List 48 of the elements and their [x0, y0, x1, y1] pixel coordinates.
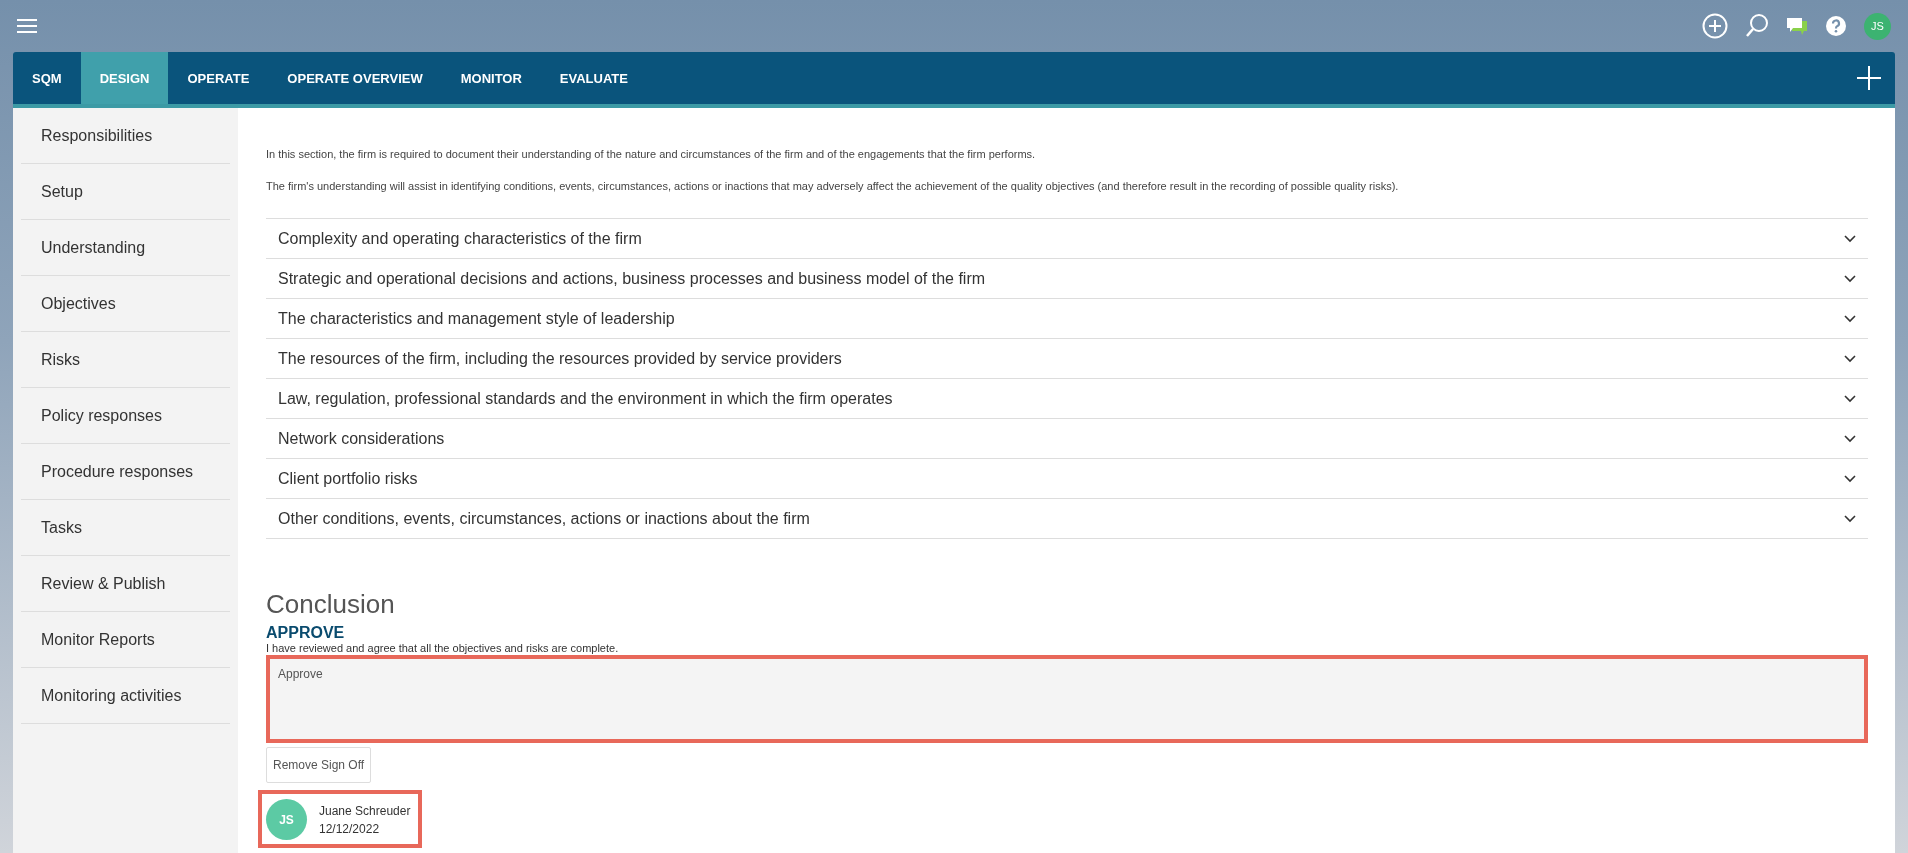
approve-description: I have reviewed and agree that all the objectives and risks are complete. — [266, 642, 620, 654]
accordion-header[interactable]: The resources of the firm, including the resources provided by service providers — [266, 339, 1868, 379]
accordion-title: Law, regulation, professional standards and the environment in which the firm operates — [278, 389, 894, 408]
sidebar-item[interactable]: Setup — [21, 164, 230, 220]
accordion-header[interactable]: The characteristics and management style of leadership — [266, 299, 1868, 339]
nav-tab[interactable]: OPERATE — [168, 52, 269, 104]
sidebar-item[interactable]: Tasks — [21, 500, 230, 556]
accordion-header[interactable]: Strategic and operational decisions and actions, business processes and business model of the firm — [266, 259, 1868, 299]
signer-name: Juane Schreuder — [319, 802, 411, 820]
nav-tab[interactable]: MONITOR — [441, 52, 541, 104]
accordion-title: Network considerations — [278, 429, 446, 448]
help-icon[interactable] — [1825, 15, 1847, 37]
remove-sign-off-button[interactable]: Remove Sign Off — [266, 747, 372, 783]
accordion-title: Other conditions, events, circumstances, actions or inactions about the firm — [278, 509, 811, 528]
plus-icon[interactable] — [1857, 66, 1881, 90]
accordion-header[interactable]: Other conditions, events, circumstances, actions or inactions about the firm — [266, 499, 1868, 539]
signer-avatar: JS — [266, 799, 307, 840]
nav-tab[interactable]: OPERATE OVERVIEW — [268, 52, 442, 104]
intro-text: The firm's understanding will assist in identifying conditions, events, circumstances, actions or inactions that may adversely affect the achievement of the quality objectives (and therefore result in the recording of possible quality risks). — [266, 180, 1400, 192]
sidebar-item[interactable]: Review & Publish — [21, 556, 230, 612]
add-circle-icon[interactable] — [1702, 13, 1728, 39]
sidebar-item[interactable]: Responsibilities — [21, 108, 230, 164]
sidebar-item[interactable]: Monitoring activities — [21, 668, 230, 724]
sidebar-item[interactable]: Procedure responses — [21, 444, 230, 500]
sidebar-item[interactable]: Policy responses — [21, 388, 230, 444]
sidebar-item[interactable]: Risks — [21, 332, 230, 388]
accordion-title: The resources of the firm, including the resources provided by service providers — [278, 349, 843, 368]
chat-bubbles-icon[interactable] — [1786, 16, 1808, 36]
section-heading: Conclusion — [266, 589, 396, 620]
accordion-title: Strategic and operational decisions and actions, business processes and business model of the firm — [278, 269, 987, 288]
accordion-header[interactable]: Network considerations — [266, 419, 1868, 459]
accordion-header[interactable]: Client portfolio risks — [266, 459, 1868, 499]
approve-label: APPROVE — [266, 624, 346, 642]
sidebar-item[interactable]: Understanding — [21, 220, 230, 276]
nav-tab[interactable]: SQM — [13, 52, 81, 104]
nav-tab[interactable]: EVALUATE — [540, 52, 647, 104]
intro-text: In this section, the firm is required to document their understanding of the nature and circumstances of the firm and of the engagements that the firm performs. — [266, 148, 1037, 160]
accordion-title: The characteristics and management style of leadership — [278, 309, 676, 328]
approve-field[interactable]: Approve — [266, 655, 1868, 743]
accordion-title: Complexity and operating characteristics of the firm — [278, 229, 643, 248]
sidebar-item[interactable]: Monitor Reports — [21, 612, 230, 668]
sign-off-date: 12/12/2022 — [319, 820, 381, 838]
search-icon[interactable] — [1745, 13, 1769, 39]
menu-icon[interactable] — [17, 19, 37, 33]
accordion-header[interactable]: Complexity and operating characteristics of the firm — [266, 219, 1868, 259]
accordion-title: Client portfolio risks — [278, 469, 419, 488]
sidebar-item[interactable]: Objectives — [21, 276, 230, 332]
accordion-header[interactable]: Law, regulation, professional standards and the environment in which the firm operates — [266, 379, 1868, 419]
